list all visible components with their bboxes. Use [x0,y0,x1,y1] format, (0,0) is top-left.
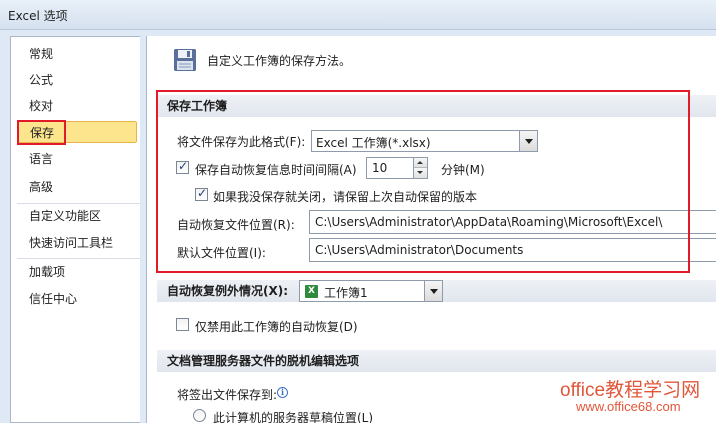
excel-icon: X [305,285,318,298]
sidebar-item-language[interactable]: 语言 [17,148,137,170]
disable-autorecover-label: 仅禁用此工作簿的自动恢复(D) [195,320,358,334]
sidebar-item-add-ins[interactable]: 加载项 [17,261,137,283]
watermark-title: office教程学习网 [560,380,701,401]
watermark-url: www.office68.com [576,399,681,414]
sidebar: 常规 公式 校对 保存 语言 高级 自定义功能区 快速访问工具栏 加载项 信任中… [10,36,141,423]
save-checked-out-label: 将签出文件保存到: [177,388,278,402]
window-title: Excel 选项 [8,9,68,23]
workbook-dropdown[interactable]: X 工作簿1 [299,280,443,302]
sidebar-divider [17,203,141,204]
sidebar-item-quick-access-toolbar[interactable]: 快速访问工具栏 [17,232,137,254]
server-drafts-radio[interactable] [193,409,206,422]
title-bar: Excel 选项 [0,0,716,30]
sidebar-item-customize-ribbon[interactable]: 自定义功能区 [17,205,137,227]
sidebar-item-general[interactable]: 常规 [17,43,137,65]
chevron-down-icon [430,289,438,294]
workbook-dropdown-value: 工作簿1 [324,286,368,300]
disable-autorecover-checkbox[interactable] [176,318,189,331]
page-description: 自定义工作簿的保存方法。 [207,54,352,68]
info-icon: i [277,387,288,398]
section-heading-offline-editing: 文档管理服务器文件的脱机编辑选项 [157,350,716,372]
autorecover-exceptions-label: 自动恢复例外情况(X): [167,284,289,298]
sidebar-divider [17,258,141,259]
server-drafts-label: 此计算机的服务器草稿位置(L) [213,411,374,423]
sidebar-item-trust-center[interactable]: 信任中心 [17,288,137,310]
sidebar-item-formulas[interactable]: 公式 [17,69,137,91]
selected-item-highlight-box [17,120,66,145]
save-disk-icon [174,49,196,71]
sidebar-item-advanced[interactable]: 高级 [17,176,137,198]
dropdown-button[interactable] [424,281,442,301]
highlight-box-save-workbooks [156,90,690,273]
sidebar-item-proofing[interactable]: 校对 [17,95,137,117]
